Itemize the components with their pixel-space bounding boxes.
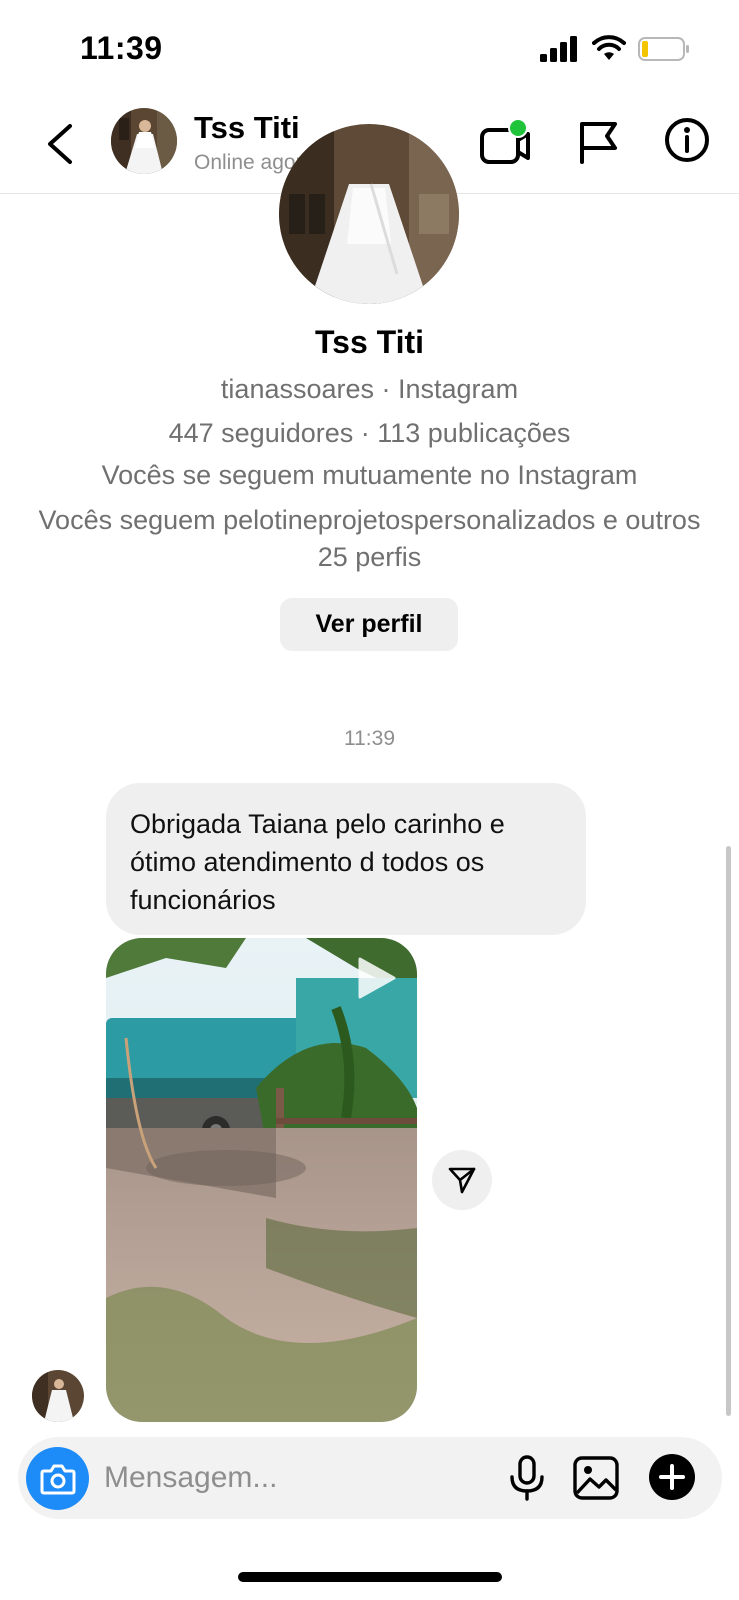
mutual-following-note: Vocês seguem pelotineprojetospersonaliza… (38, 505, 701, 572)
info-icon[interactable] (664, 116, 710, 164)
video-call-icon[interactable] (480, 118, 534, 166)
back-button[interactable] (40, 118, 80, 170)
message-timestamp: 11:39 (344, 727, 395, 750)
wifi-icon (592, 35, 626, 60)
camera-icon (40, 1464, 75, 1494)
microphone-icon[interactable] (504, 1455, 550, 1501)
profile-photo[interactable] (279, 124, 459, 304)
mutual-follow-note: Vocês se seguem mutuamente no Instagram (101, 460, 638, 490)
status-time: 11:39 (80, 30, 163, 66)
report-flag-icon[interactable] (577, 118, 619, 166)
add-icon[interactable] (648, 1453, 696, 1501)
cellular-signal-icon (540, 36, 577, 62)
gallery-icon[interactable] (572, 1455, 620, 1501)
contact-avatar[interactable] (111, 108, 177, 174)
camera-button[interactable] (26, 1447, 89, 1510)
play-icon[interactable] (352, 955, 398, 1001)
send-icon (448, 1167, 476, 1194)
profile-name: Tss Titi (314, 324, 425, 360)
status-bar: 11:39 (0, 0, 739, 96)
battery-icon (638, 37, 689, 61)
scrollbar[interactable] (726, 846, 731, 1416)
view-profile-button[interactable]: Ver perfil (280, 598, 458, 651)
message-input[interactable] (104, 1455, 484, 1501)
contact-name[interactable]: Tss Titi (194, 110, 300, 146)
home-indicator[interactable] (238, 1572, 502, 1582)
sender-avatar[interactable] (32, 1370, 84, 1422)
message-bubble[interactable]: Obrigada Taiana pelo carinho e ótimo ate… (106, 783, 586, 935)
message-composer (18, 1437, 722, 1519)
share-button[interactable] (432, 1150, 492, 1210)
profile-handle: tianassoares · Instagram (220, 374, 519, 404)
profile-stats: 447 seguidores · 113 publicações (168, 418, 571, 448)
video-message[interactable] (106, 938, 417, 1422)
